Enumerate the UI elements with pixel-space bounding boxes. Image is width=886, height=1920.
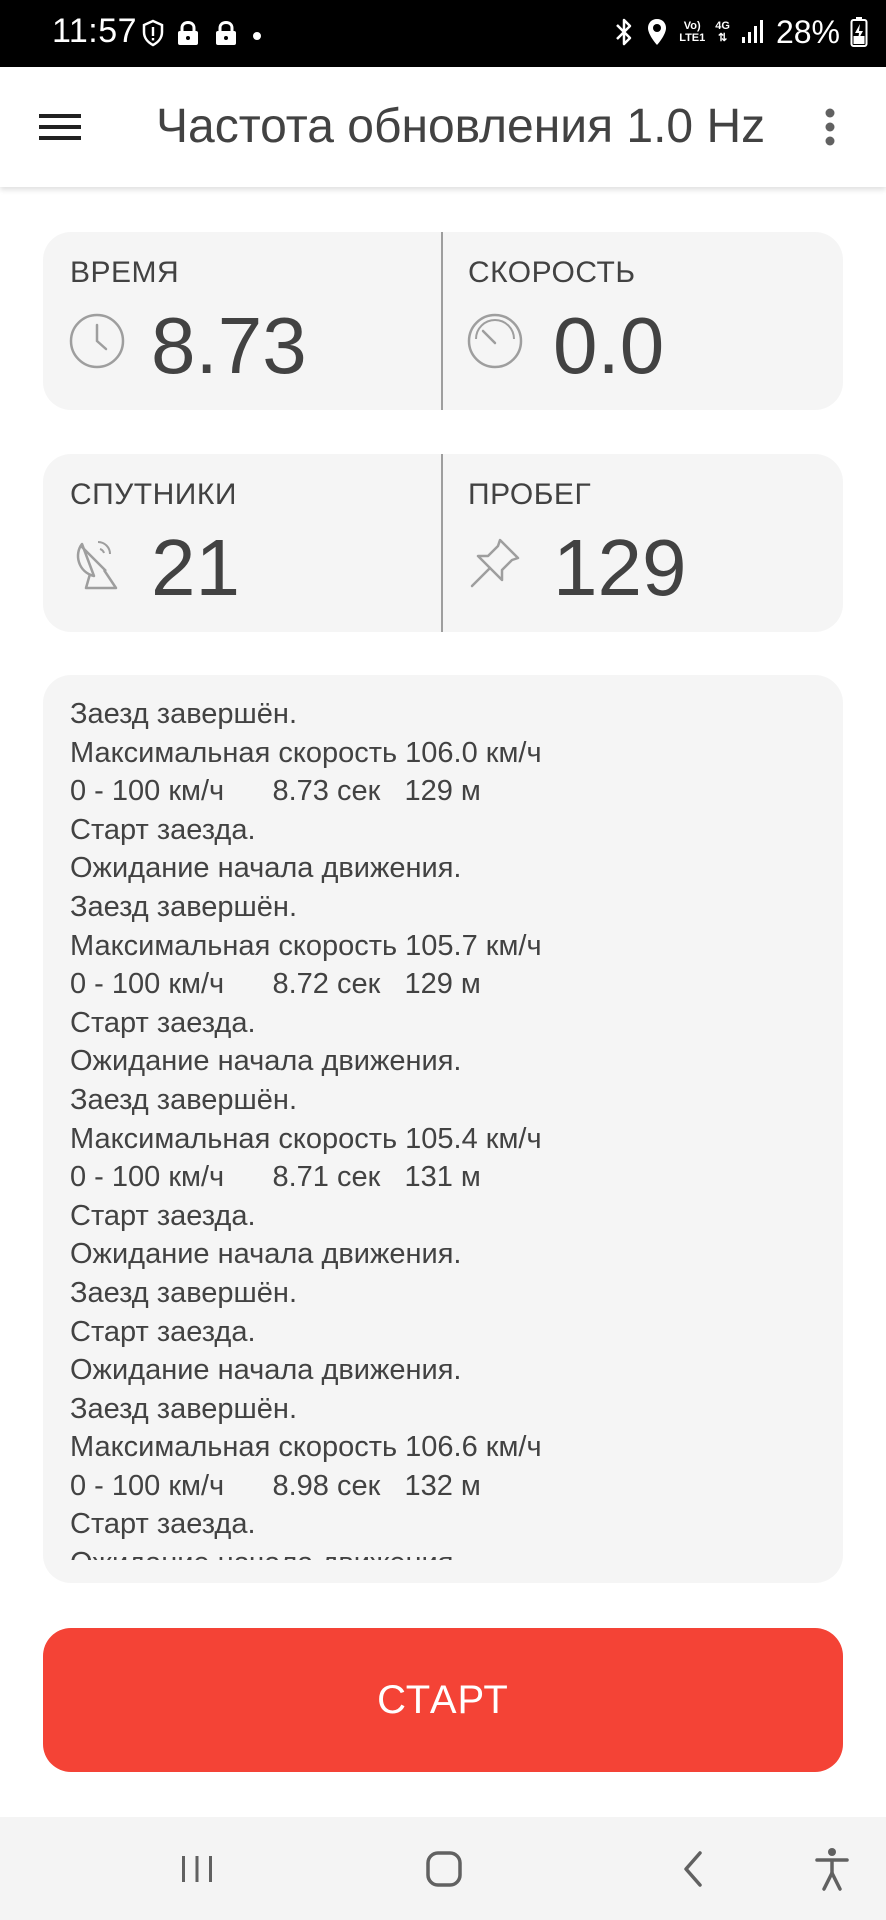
log-line: Ожидание начала движения. [70, 1045, 462, 1078]
run-log-list: Заезд завершён. Максимальная скорость 10… [70, 695, 830, 1560]
log-line: 0 - 100 км/ч 8.71 сек 131 м [70, 1161, 481, 1194]
metric-distance-label: ПРОБЕГ [468, 478, 592, 511]
metric-distance: ПРОБЕГ 129 [443, 454, 841, 632]
log-line: Ожидание начала движения. [70, 1238, 462, 1271]
log-line: 0 - 100 км/ч 8.73 сек 129 м [70, 775, 481, 808]
log-line: Старт заезда. [70, 1315, 256, 1348]
shield-icon [142, 19, 164, 47]
app-bar: Частота обновления 1.0 Hz [0, 67, 886, 187]
status-right-icons: Vo) LTE1 4G ⇅ 28% [613, 12, 868, 52]
volte-indicator: Vo) LTE1 [679, 20, 706, 44]
accessibility-icon [815, 1848, 849, 1891]
log-line: Максимальная скорость 105.4 км/ч [70, 1122, 542, 1155]
recent-apps-icon [182, 1856, 212, 1882]
signal-icon [741, 20, 763, 43]
log-line: Старт заезда. [70, 813, 256, 846]
log-line: Ожидание начала движения. [70, 1354, 462, 1387]
log-line: Заезд завершён. [70, 698, 298, 730]
status-left-icons [142, 16, 264, 50]
metric-speed: СКОРОСТЬ 0.0 [443, 232, 841, 410]
battery-charging-icon [850, 17, 868, 47]
data-arrows-icon: ⇅ [718, 32, 728, 44]
start-button[interactable]: СТАРТ [43, 1628, 843, 1772]
metric-speed-value: 0.0 [553, 301, 665, 390]
log-line: 0 - 100 км/ч 8.98 сек 132 м [70, 1469, 481, 1502]
metric-distance-value: 129 [553, 523, 687, 612]
clock-icon [69, 313, 125, 369]
location-icon [648, 19, 667, 45]
metric-time-label: ВРЕМЯ [70, 256, 180, 289]
log-line: Заезд завершён. [70, 890, 298, 923]
log-line: Максимальная скорость 106.0 км/ч [70, 736, 542, 769]
metric-satellites-label: СПУТНИКИ [70, 478, 237, 511]
log-line: Старт заезда. [70, 1006, 256, 1039]
metric-time-value: 8.73 [151, 301, 307, 390]
run-log-panel[interactable]: Заезд завершён. Максимальная скорость 10… [43, 675, 843, 1583]
back-button[interactable] [663, 1839, 723, 1899]
overflow-menu-button[interactable] [800, 97, 860, 157]
log-line: 0 - 100 км/ч 8.72 сек 129 м [70, 968, 481, 1001]
accessibility-button[interactable] [802, 1839, 862, 1899]
more-vertical-icon [825, 108, 835, 146]
network-type-indicator: 4G ⇅ [715, 20, 730, 44]
system-nav-bar [0, 1817, 886, 1920]
log-line: Ожидание начала движения. [70, 1544, 830, 1560]
log-line: Заезд завершён. [70, 1392, 298, 1425]
metric-satellites-value: 21 [151, 523, 240, 612]
log-line: Максимальная скорость 106.6 км/ч [70, 1431, 542, 1464]
page-title: Частота обновления 1.0 Hz [156, 100, 766, 153]
metrics-card-satellites-distance: СПУТНИКИ 21 ПРОБЕГ 129 [43, 454, 843, 632]
menu-button[interactable] [30, 97, 90, 157]
lock-icon [216, 20, 236, 45]
metric-time: ВРЕМЯ 8.73 [43, 232, 441, 410]
metric-speed-label: СКОРОСТЬ [468, 256, 636, 289]
log-line: Заезд завершён. [70, 1276, 298, 1309]
status-bar: 11:57 Vo) LTE1 4G ⇅ 28% [0, 0, 886, 67]
log-line: Старт заезда. [70, 1199, 256, 1232]
log-line: Старт заезда. [70, 1508, 256, 1541]
speedometer-icon [467, 313, 523, 369]
recent-apps-button[interactable] [167, 1839, 227, 1899]
log-line: Заезд завершён. [70, 1083, 298, 1116]
home-icon [426, 1851, 462, 1887]
metrics-card-time-speed: ВРЕМЯ 8.73 СКОРОСТЬ 0.0 [43, 232, 843, 410]
battery-percent: 28% [775, 13, 840, 50]
hamburger-menu-icon [39, 114, 81, 140]
satellite-dish-icon [76, 541, 118, 590]
dot-icon [253, 32, 261, 40]
back-chevron-icon [684, 1851, 702, 1887]
log-line: Максимальная скорость 105.7 км/ч [70, 929, 542, 962]
home-button[interactable] [414, 1839, 474, 1899]
pushpin-icon [470, 538, 520, 588]
bluetooth-icon [616, 18, 632, 46]
status-time: 11:57 [52, 12, 138, 50]
metric-satellites: СПУТНИКИ 21 [43, 454, 441, 632]
log-line: Ожидание начала движения. [70, 852, 462, 885]
lock-icon [178, 20, 198, 45]
